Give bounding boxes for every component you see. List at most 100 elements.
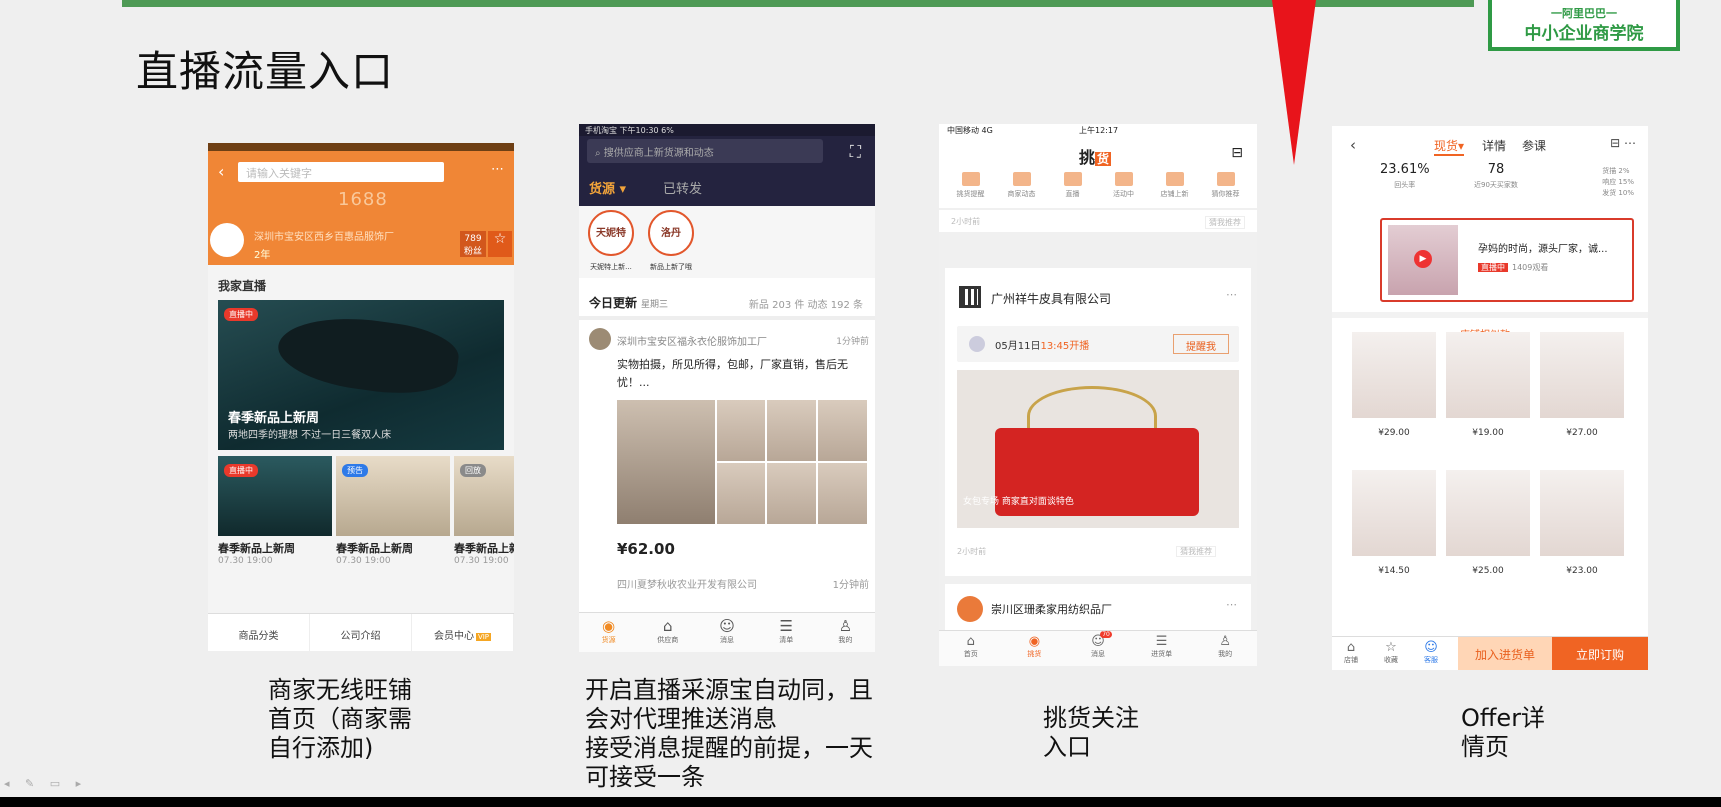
caption-caiyuanbao: 开启直播采源宝自动同，且 会对代理推送消息 接受消息提醒的前提，一天 可接受一条 <box>585 676 873 791</box>
more-icon[interactable]: ⋯ <box>1226 598 1237 611</box>
rating-item: 发货 10% <box>1602 189 1634 197</box>
tab-forwarded[interactable]: 已转发 <box>663 178 702 197</box>
product-image <box>818 400 867 461</box>
follow-button[interactable]: ☆ <box>488 231 512 257</box>
tab-categories[interactable]: 商品分类 <box>208 614 310 651</box>
nav-messages[interactable]: 70 ☺ 消息 <box>1066 631 1130 666</box>
product-price: ¥23.00 <box>1566 566 1598 576</box>
nav-label: 货源 <box>601 636 616 644</box>
supplier-stories: 天妮特 天妮特上新... 洛丹 新品上新了哦 <box>579 206 875 278</box>
live-thumb[interactable]: 预告 春季新品上新周 07.30 19:00 <box>336 456 450 566</box>
app-logo: 挑货 <box>1079 144 1112 168</box>
company-card[interactable]: 崇川区珊柔家用纺织品厂 ⋯ <box>945 584 1251 630</box>
cat-item[interactable]: 直播 <box>1047 168 1098 208</box>
tab-stock[interactable]: 现货▾ <box>1434 137 1465 156</box>
category-row: 挑货提醒 商家动态 直播 活动中 店铺上新 猜你推荐 <box>939 168 1257 208</box>
cat-item[interactable]: 猜你推荐 <box>1200 168 1251 208</box>
nav-favorite[interactable]: ☆ 收藏 <box>1376 640 1406 665</box>
home-icon: ⌂ <box>966 634 975 649</box>
product-card[interactable]: ¥23.00 <box>1540 470 1624 576</box>
cat-label: 店铺上新 <box>1160 190 1189 198</box>
thumb-badge: 回放 <box>460 464 486 477</box>
cat-item[interactable]: 挑货提醒 <box>945 168 996 208</box>
update-counts: 新品 203 件 动态 192 条 <box>748 300 863 311</box>
tab-company[interactable]: 公司介绍 <box>310 614 412 651</box>
tab-member[interactable]: 会员中心 VIP <box>412 614 514 651</box>
nav-messages[interactable]: ☺ 消息 <box>697 613 756 652</box>
live-hero-card[interactable]: 直播中 春季新品上新周 两地四季的理想 不过一日三餐双人床 <box>218 300 504 450</box>
back-icon[interactable]: ‹ <box>218 162 224 181</box>
product-price: ¥14.50 <box>1378 566 1410 576</box>
buy-now-button[interactable]: 立即订购 <box>1552 637 1648 670</box>
live-title: 孕妈的时尚，源头厂家，诚... <box>1478 244 1608 255</box>
nav-list[interactable]: ☰ 清单 <box>757 613 816 652</box>
tab-goods-source[interactable]: 货源 ▾ <box>589 178 626 197</box>
time-tag: 猜我推荐 <box>1176 546 1217 557</box>
search-input[interactable]: ⌕ 搜供应商上新货源和动态 <box>587 139 823 163</box>
back-icon[interactable]: ‹ <box>1350 136 1356 154</box>
home-icon: ◉ <box>602 617 616 635</box>
cat-icon <box>1165 172 1184 186</box>
section-title: 我家直播 <box>218 279 267 293</box>
clock-icon <box>969 336 985 352</box>
product-card[interactable]: ¥14.50 <box>1352 470 1436 576</box>
cat-item[interactable]: 活动中 <box>1098 168 1149 208</box>
tab-params[interactable]: 参课 <box>1522 137 1546 154</box>
time-tag: 猜我推荐 <box>1205 216 1245 229</box>
fans-count: 789 <box>464 234 482 244</box>
story-item[interactable]: 天妮特 天妮特上新... <box>585 210 637 272</box>
live-thumb[interactable]: 直播中 春季新品上新周 07.30 19:00 <box>218 456 332 566</box>
nav-goods-source[interactable]: ◉ 货源 <box>579 613 638 652</box>
menu-icon[interactable]: ⊟ ⋯ <box>1610 136 1636 150</box>
product-card[interactable]: ¥25.00 <box>1446 470 1530 576</box>
live-entry-box[interactable]: ▶ 孕妈的时尚，源头厂家，诚... 直播中 1409观看 <box>1380 218 1634 302</box>
shop-years: 2年 <box>254 250 271 261</box>
time-row: 猜我推荐 2小时前 <box>939 210 1257 232</box>
nav-shop[interactable]: ⌂ 店铺 <box>1336 640 1366 665</box>
remind-button[interactable]: 提醒我 <box>1173 334 1229 354</box>
today-label: 今日更新 <box>589 296 638 310</box>
product-price: ¥19.00 <box>1472 428 1504 438</box>
cat-label: 直播 <box>1065 190 1080 198</box>
nav-me[interactable]: ♙ 我的 <box>816 613 875 652</box>
caption-offer-detail: Offer详 情页 <box>1461 704 1546 761</box>
story-item[interactable]: 洛丹 新品上新了哦 <box>645 210 697 272</box>
product-card[interactable]: ¥27.00 <box>1540 332 1624 438</box>
live-card[interactable]: 广州祥牛皮具有限公司 ⋯ 05月11日13:45开播 提醒我 女包专场 商家直对… <box>945 268 1251 576</box>
nav-label: 进货单 <box>1151 650 1173 658</box>
feed-post[interactable]: 四川夏梦秋收农业开发有限公司 1分钟前 <box>589 576 869 591</box>
nav-home[interactable]: ⌂ 首页 <box>939 631 1003 666</box>
add-to-cart-button[interactable]: 加入进货单 <box>1458 637 1552 670</box>
live-thumb[interactable]: 回放 <box>454 456 514 536</box>
more-icon[interactable]: ⋯ <box>491 162 504 177</box>
nav-label: 消息 <box>1090 650 1105 658</box>
tab-detail[interactable]: 详情 <box>1482 137 1506 154</box>
cat-item[interactable]: 店铺上新 <box>1149 168 1200 208</box>
avatar <box>589 328 611 350</box>
nav-cart[interactable]: ☰ 进货单 <box>1130 631 1194 666</box>
nav-tiaohuo[interactable]: ◉ 挑货 <box>1003 631 1067 666</box>
nav-label: 挑货 <box>1027 650 1042 658</box>
product-card[interactable]: ¥19.00 <box>1446 332 1530 438</box>
scan-icon[interactable]: ⛶ <box>850 142 861 162</box>
search-input[interactable]: 请输入关键字 <box>238 162 444 182</box>
more-icon[interactable]: ⋯ <box>1226 288 1237 301</box>
bottom-black-bar <box>0 797 1721 807</box>
slideshow-controls[interactable]: ◂ ✎ ▭ ▸ <box>4 777 87 790</box>
nav-suppliers[interactable]: ⌂ 供应商 <box>638 613 697 652</box>
vip-badge: VIP <box>475 633 492 641</box>
cat-item[interactable]: 商家动态 <box>996 168 1047 208</box>
time-row: 2小时前 猜我推荐 <box>957 546 1217 557</box>
rating-item: 货描 2% <box>1602 167 1630 175</box>
scan-icon[interactable]: ⊟ <box>1231 145 1243 161</box>
nav-service[interactable]: ☺ 客服 <box>1416 640 1446 665</box>
status-bar: 中国移动 4G 上午12:17 <box>939 124 1257 138</box>
nav-label: 我的 <box>838 636 853 644</box>
nav-me[interactable]: ♙ 我的 <box>1193 631 1257 666</box>
product-card[interactable]: ¥29.00 <box>1352 332 1436 438</box>
shop-name: 深圳市宝安区西乡百惠品服饰厂 <box>254 232 394 243</box>
app-header: 手机淘宝 下午10:30 6% ⌕ 搜供应商上新货源和动态 ⛶ 货源 ▾ 已转发 <box>579 124 875 206</box>
star-icon: ☆ <box>493 231 507 247</box>
product-price: ¥29.00 <box>1378 428 1410 438</box>
stat-return-rate: 23.61% 回头率 <box>1380 162 1430 190</box>
